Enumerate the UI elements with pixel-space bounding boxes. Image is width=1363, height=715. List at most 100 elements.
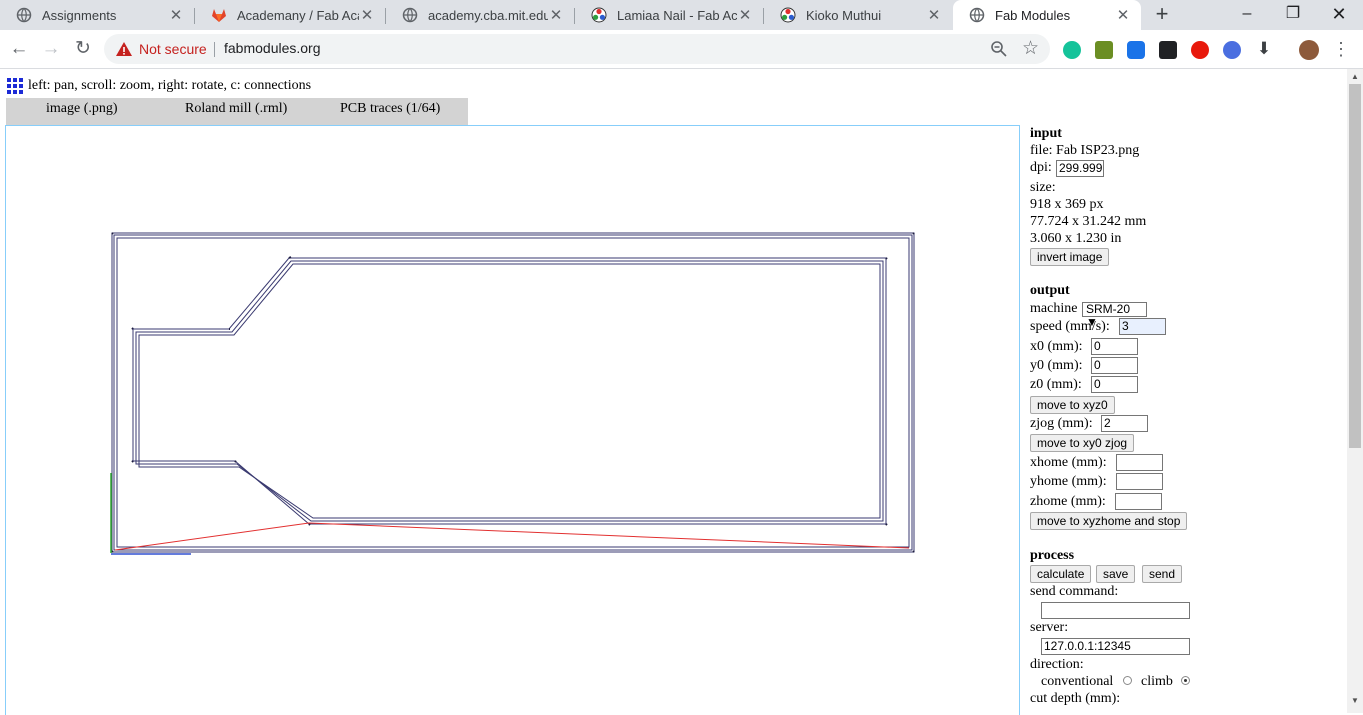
input-heading: input: [1030, 126, 1062, 141]
toolpath-viewer[interactable]: [5, 125, 1020, 715]
close-tab-icon[interactable]: ✕: [548, 6, 564, 24]
globe-icon: [402, 7, 418, 23]
move-to-xyzhome-button[interactable]: move to xyzhome and stop: [1030, 512, 1188, 530]
warning-icon[interactable]: [115, 40, 133, 58]
conventional-label: conventional: [1041, 674, 1114, 689]
url-text[interactable]: fabmodules.org: [224, 40, 321, 56]
close-tab-icon[interactable]: ✕: [926, 6, 942, 24]
output-heading: output: [1030, 283, 1070, 298]
xhome-label: xhome (mm):: [1030, 455, 1107, 470]
reload-button[interactable]: ↻: [71, 37, 95, 61]
controls-hint: left: pan, scroll: zoom, right: rotate, …: [7, 78, 311, 94]
connection-lines: [114, 522, 910, 551]
page-scrollbar[interactable]: ▲ ▼: [1347, 69, 1363, 713]
globe-icon: [16, 7, 32, 23]
climb-radio[interactable]: [1181, 676, 1190, 685]
menu-icon[interactable]: ⋮: [1329, 37, 1353, 61]
toolpath-canvas[interactable]: [6, 126, 1019, 714]
file-label: file: Fab ISP23.png: [1030, 143, 1140, 158]
machine-label: machine: [1030, 301, 1078, 316]
avatar[interactable]: [1299, 40, 1319, 60]
outer-contour: [111, 232, 915, 553]
extension-icon[interactable]: [1095, 41, 1113, 59]
fab-logo-icon: [780, 7, 796, 23]
scrollbar-thumb[interactable]: [1349, 84, 1361, 448]
y0-input[interactable]: 0: [1091, 357, 1138, 374]
browser-tab-fab-modules[interactable]: Fab Modules ✕: [953, 0, 1141, 30]
machine-select[interactable]: SRM-20 ▼: [1082, 302, 1147, 329]
security-label[interactable]: Not secure: [139, 41, 207, 57]
xhome-input[interactable]: [1116, 454, 1163, 471]
send-command-label: send command:: [1030, 584, 1119, 599]
yhome-label: yhome (mm):: [1030, 474, 1107, 489]
globe-icon: [969, 7, 985, 23]
extension-icon[interactable]: [1159, 41, 1177, 59]
close-tab-icon[interactable]: ✕: [1115, 6, 1131, 24]
save-button[interactable]: save: [1096, 565, 1136, 583]
browser-tab-academy-cba[interactable]: academy.cba.mit.edu/cl ✕: [386, 0, 574, 30]
calculate-button[interactable]: calculate: [1030, 565, 1092, 583]
grid-menu-icon[interactable]: [7, 78, 23, 94]
yhome-input[interactable]: [1116, 473, 1163, 490]
cut-depth-label: cut depth (mm):: [1030, 691, 1121, 706]
zoom-icon[interactable]: [990, 40, 1008, 62]
move-to-xy0-zjog-button[interactable]: move to xy0 zjog: [1030, 434, 1135, 452]
send-command-input[interactable]: [1041, 602, 1190, 619]
minimize-button[interactable]: –: [1224, 0, 1270, 30]
direction-label: direction:: [1030, 657, 1084, 672]
bookmark-extension-icon[interactable]: [1127, 41, 1145, 59]
restore-button[interactable]: ❐: [1270, 0, 1316, 30]
address-bar[interactable]: Not secure fabmodules.org ☆: [104, 34, 1050, 64]
board-contour: [138, 263, 881, 519]
browser-tab-assignments[interactable]: Assignments ✕: [0, 0, 194, 30]
zjog-label: zjog (mm):: [1030, 416, 1093, 431]
module-tabs: image (.png) Roland mill (.rml) PCB trac…: [6, 98, 468, 125]
download-icon[interactable]: ⬇: [1252, 37, 1276, 61]
x0-input[interactable]: 0: [1091, 338, 1138, 355]
speed-input[interactable]: 3: [1119, 318, 1166, 335]
grammarly-icon[interactable]: [1063, 41, 1081, 59]
y0-label: y0 (mm):: [1030, 358, 1083, 373]
scroll-down-icon[interactable]: ▼: [1351, 696, 1359, 705]
close-window-button[interactable]: ✕: [1316, 0, 1362, 30]
invert-image-button[interactable]: invert image: [1030, 248, 1110, 266]
browser-tab-strip: Assignments ✕ Academany / Fab Acade ✕ ac…: [0, 0, 1363, 30]
climb-label: climb: [1141, 674, 1173, 689]
zjog-input[interactable]: 2: [1101, 415, 1148, 432]
extension-icon[interactable]: [1223, 41, 1241, 59]
z0-label: z0 (mm):: [1030, 377, 1082, 392]
close-tab-icon[interactable]: ✕: [168, 6, 184, 24]
fab-logo-icon: [591, 7, 607, 23]
dpi-input[interactable]: 299.999: [1056, 160, 1104, 177]
new-tab-button[interactable]: +: [1150, 3, 1174, 27]
forward-button[interactable]: →: [39, 37, 63, 61]
close-tab-icon[interactable]: ✕: [359, 6, 375, 24]
conventional-radio[interactable]: [1123, 676, 1132, 685]
adblock-icon[interactable]: [1191, 41, 1209, 59]
close-tab-icon[interactable]: ✕: [737, 6, 753, 24]
board-contour: [132, 257, 887, 525]
contour-vertex-marks: [111, 232, 915, 553]
browser-toolbar: ← → ↻ Not secure fabmodules.org ☆ ⬇ ⋮: [0, 30, 1363, 69]
scroll-up-icon[interactable]: ▲: [1351, 72, 1359, 81]
size-label: size:: [1030, 180, 1056, 195]
browser-tab-academany[interactable]: Academany / Fab Acade ✕: [195, 0, 385, 30]
send-button[interactable]: send: [1142, 565, 1183, 583]
z0-input[interactable]: 0: [1091, 376, 1138, 393]
back-button[interactable]: ←: [7, 37, 31, 61]
bookmark-star-icon[interactable]: ☆: [1022, 37, 1039, 60]
tab-roland-mill-rml[interactable]: Roland mill (.rml): [185, 101, 287, 117]
dpi-label: dpi:: [1030, 160, 1052, 175]
process-heading: process: [1030, 548, 1075, 563]
zhome-input[interactable]: [1115, 493, 1162, 510]
zhome-label: zhome (mm):: [1030, 494, 1106, 509]
browser-tab-lamiaa-nail[interactable]: Lamiaa Nail - Fab Acad ✕: [575, 0, 763, 30]
size-px: 918 x 369 px: [1030, 197, 1104, 212]
browser-tab-kioko-muthui[interactable]: Kioko Muthui ✕: [764, 0, 952, 30]
size-mm: 77.724 x 31.242 mm: [1030, 214, 1147, 229]
tab-image-png[interactable]: image (.png): [46, 101, 118, 117]
server-label: server:: [1030, 620, 1069, 635]
move-to-xyz0-button[interactable]: move to xyz0: [1030, 396, 1115, 414]
server-input[interactable]: 127.0.0.1:12345: [1041, 638, 1190, 655]
tab-pcb-traces[interactable]: PCB traces (1/64): [340, 101, 440, 117]
